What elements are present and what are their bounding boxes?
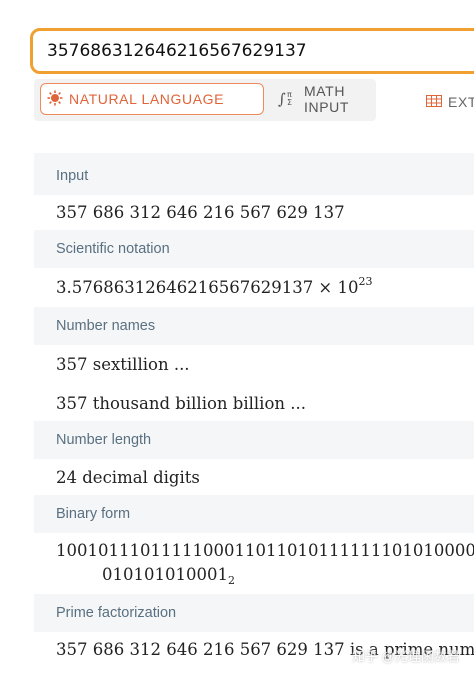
input-section-title: Input <box>56 168 89 184</box>
names-line-2: 357 thousand billion billion ... <box>56 394 306 413</box>
length-section-title: Number length <box>56 432 152 448</box>
sun-icon <box>47 90 63 109</box>
binary-line-1: 1001011101111100011011010111111101010000… <box>56 541 474 560</box>
binary-digits-tail: 010101010001 <box>102 565 228 584</box>
math-input-button[interactable]: ∫ π Σ MATH INPUT <box>274 83 374 115</box>
binary-line-2: 0101010100012 <box>102 565 235 587</box>
binary-base: 2 <box>227 574 235 587</box>
input-value: 357 686 312 646 216 567 629 137 <box>56 203 345 222</box>
names-section-header: Number names <box>34 307 474 345</box>
search-input-value: 357686312646216567629137 <box>47 41 307 61</box>
svg-text:Σ: Σ <box>287 98 293 107</box>
scientific-section-header: Scientific notation <box>34 230 474 268</box>
names-section-title: Number names <box>56 318 156 334</box>
scientific-mantissa: 3.57686312646216567629137 × 10 <box>56 278 359 297</box>
natural-language-button[interactable]: NATURAL LANGUAGE <box>40 83 264 115</box>
length-section-header: Number length <box>34 421 474 459</box>
input-section-header: Input <box>34 157 474 195</box>
watermark: 知乎 @光理函数君 <box>352 649 460 664</box>
prime-section-title: Prime factorization <box>56 605 177 621</box>
names-line-1: 357 sextillion ... <box>56 355 190 374</box>
scientific-exponent: 23 <box>358 275 373 288</box>
math-symbols-icon: ∫ π Σ <box>278 89 298 110</box>
binary-section-title: Binary form <box>56 506 131 522</box>
input-mode-bar: NATURAL LANGUAGE ∫ π Σ MATH INPUT <box>34 79 376 121</box>
length-value: 24 decimal digits <box>56 468 200 487</box>
prime-section-header: Prime factorization <box>34 594 474 632</box>
math-input-label: MATH INPUT <box>304 83 349 115</box>
svg-text:∫: ∫ <box>278 90 286 107</box>
extended-keyboard-button[interactable]: EXT <box>426 94 474 110</box>
search-input[interactable]: 357686312646216567629137 <box>30 28 474 74</box>
natural-language-label: NATURAL LANGUAGE <box>69 91 225 107</box>
binary-section-header: Binary form <box>34 495 474 533</box>
scientific-value: 3.57686312646216567629137 × 1023 <box>56 275 373 297</box>
table-grid-icon <box>426 94 442 110</box>
scientific-section-title: Scientific notation <box>56 241 170 257</box>
extended-label: EXT <box>448 94 474 110</box>
